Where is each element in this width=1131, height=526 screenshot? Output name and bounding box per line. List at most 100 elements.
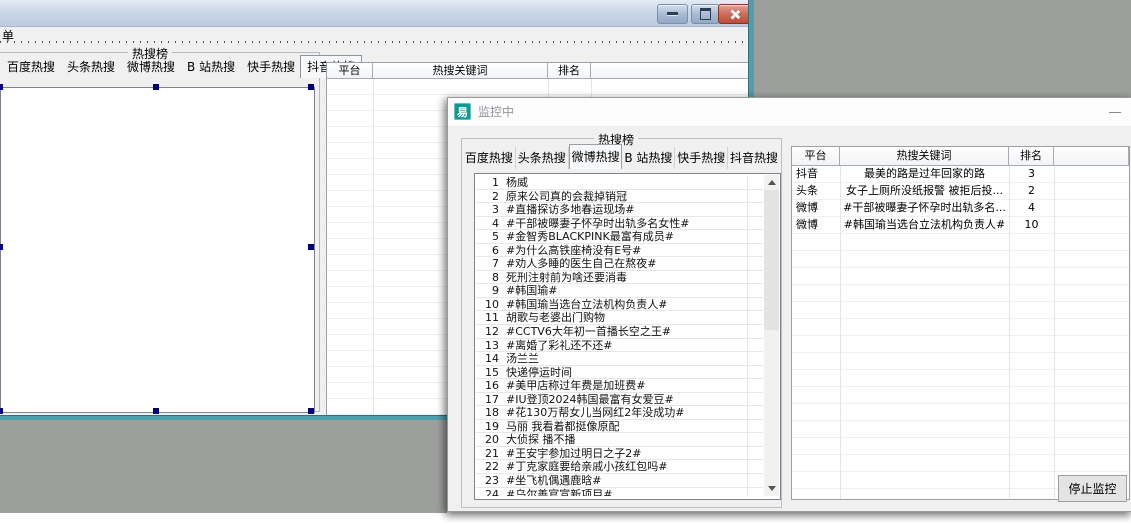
column-header[interactable]: 排名 xyxy=(1009,147,1054,166)
list-item[interactable]: 3#直播探访多地春运现场# xyxy=(476,203,763,217)
list-item-text: #直播探访多地春运现场# xyxy=(499,203,634,216)
monitor-titlebar[interactable] xyxy=(448,98,1131,127)
minimize-button[interactable] xyxy=(1098,98,1131,126)
list-item[interactable]: 23#坐飞机偶遇鹿晗# xyxy=(476,474,763,488)
column-header[interactable]: 热搜关键词 xyxy=(840,147,1009,166)
list-item-rank: 16 xyxy=(476,379,499,392)
cell: 3 xyxy=(1009,166,1054,182)
table-row[interactable]: 微博#干部被曝妻子怀孕时出轨多名...4 xyxy=(792,200,1129,217)
scroll-up-button[interactable] xyxy=(764,175,779,190)
list-item[interactable]: 16#美甲店称过年费是加班费# xyxy=(476,379,763,393)
table-row[interactable]: 头条女子上厕所没纸报警 被拒后投...2 xyxy=(792,183,1129,200)
list-item[interactable]: 8死刑注射前为啥还要消毒 xyxy=(476,271,763,285)
maximize-button[interactable] xyxy=(691,4,720,24)
hot-search-listbox[interactable] xyxy=(0,87,315,413)
grid-line xyxy=(747,176,748,496)
tab-2[interactable]: 头条热搜 xyxy=(62,57,120,77)
column-header[interactable]: 平台 xyxy=(327,63,373,79)
selection-handle[interactable] xyxy=(0,84,3,90)
selection-handle[interactable] xyxy=(153,84,159,90)
tab-5[interactable]: 快手热搜 xyxy=(242,57,300,77)
column-header[interactable]: 排名 xyxy=(548,63,591,79)
close-icon xyxy=(729,9,740,20)
tab-4[interactable]: B 站热搜 xyxy=(182,57,240,77)
empty-row xyxy=(792,404,1129,421)
list-item-rank: 11 xyxy=(476,311,499,324)
list-item[interactable]: 22#丁克家庭要给亲戚小孩红包吗# xyxy=(476,460,763,474)
cell: #韩国瑜当选台立法机构负责人# xyxy=(840,217,1009,233)
list-item-text: #丁克家庭要给亲戚小孩红包吗# xyxy=(499,460,667,473)
scrollbar[interactable] xyxy=(764,175,779,496)
tab-5[interactable]: 快手热搜 xyxy=(675,147,728,169)
grid-line xyxy=(373,79,374,416)
screen: 单 热搜榜 百度热搜头条热搜微博热搜B 站热搜快手热搜抖音热搜 平台热搜关键词排… xyxy=(0,0,1131,526)
tab-6[interactable]: 抖音热搜 xyxy=(728,147,780,169)
minimize-button[interactable] xyxy=(657,4,688,24)
list-item[interactable]: 4#干部被曝妻子怀孕时出轨多名女性# xyxy=(476,217,763,231)
column-header[interactable]: 平台 xyxy=(792,147,840,166)
empty-row xyxy=(792,234,1129,251)
list-item-text: #韩国瑜# xyxy=(499,284,557,297)
list-item[interactable]: 5#金智秀BLACKPINK最富有成员# xyxy=(476,230,763,244)
list-item-rank: 10 xyxy=(476,298,499,311)
list-item-rank: 8 xyxy=(476,271,499,284)
list-item-text: #CCTV6大年初一首播长空之王# xyxy=(499,325,671,338)
list-item[interactable]: 10#韩国瑜当选台立法机构负责人# xyxy=(476,298,763,312)
cell: 最美的路是过年回家的路 xyxy=(840,166,1009,182)
close-button[interactable] xyxy=(718,4,751,24)
empty-row xyxy=(792,336,1129,353)
selection-handle[interactable] xyxy=(0,408,3,414)
desktop-background xyxy=(753,0,1131,97)
minimize-icon xyxy=(1109,112,1121,113)
list-item-rank: 22 xyxy=(476,460,499,473)
selection-handle[interactable] xyxy=(308,244,314,250)
list-item-rank: 2 xyxy=(476,190,499,203)
list-item[interactable]: 13#离婚了彩礼还不还# xyxy=(476,339,763,353)
column-header[interactable]: 热搜关键词 xyxy=(373,63,548,79)
list-item-text: 大侦探 播不播 xyxy=(499,433,576,446)
tab-3[interactable]: 微博热搜 xyxy=(122,57,180,77)
list-item[interactable]: 1杨威 xyxy=(476,176,763,190)
list-item-rank: 18 xyxy=(476,406,499,419)
list-item-text: 马丽 我看着都挺像原配 xyxy=(499,420,620,433)
list-item[interactable]: 24#乌尔善官宣新项目# xyxy=(476,488,763,496)
list-item[interactable]: 18#花130万帮女儿当网红2年没成功# xyxy=(476,406,763,420)
list-item[interactable]: 19马丽 我看着都挺像原配 xyxy=(476,420,763,434)
cell: 4 xyxy=(1009,200,1054,216)
scrollbar-thumb[interactable] xyxy=(764,190,779,330)
column-header-blank[interactable] xyxy=(1054,147,1129,166)
list-item[interactable]: 11胡歌与老婆出门购物 xyxy=(476,311,763,325)
cell: 10 xyxy=(1009,217,1054,233)
list-item-text: #离婚了彩礼还不还# xyxy=(499,339,612,352)
selection-handle[interactable] xyxy=(308,408,314,414)
list-item-text: 死刑注射前为啥还要消毒 xyxy=(499,271,627,284)
list-item-rank: 20 xyxy=(476,433,499,446)
empty-row xyxy=(792,370,1129,387)
list-item[interactable]: 15快递停运时间 xyxy=(476,366,763,380)
list-item[interactable]: 17#IU登顶2024韩国最富有女爱豆# xyxy=(476,393,763,407)
list-item[interactable]: 2原来公司真的会裁掉销冠 xyxy=(476,190,763,204)
list-item[interactable]: 21#王安宇参加过明日之子2# xyxy=(476,447,763,461)
tab-1[interactable]: 百度热搜 xyxy=(2,57,60,77)
scroll-down-button[interactable] xyxy=(764,481,779,496)
table-row[interactable]: 抖音最美的路是过年回家的路3 xyxy=(792,166,1129,183)
designer-titlebar[interactable] xyxy=(0,0,753,27)
tab-1[interactable]: 百度热搜 xyxy=(463,147,516,169)
list-item[interactable]: 20大侦探 播不播 xyxy=(476,433,763,447)
stop-monitor-button[interactable]: 停止监控 xyxy=(1058,475,1127,502)
list-item[interactable]: 7#劝人多睡的医生自己在熬夜# xyxy=(476,257,763,271)
selection-handle[interactable] xyxy=(153,408,159,414)
selection-handle[interactable] xyxy=(0,244,3,250)
list-item-text: #王安宇参加过明日之子2# xyxy=(499,447,641,460)
tab-4[interactable]: B 站热搜 xyxy=(622,147,675,169)
list-item[interactable]: 9#韩国瑜# xyxy=(476,284,763,298)
selection-handle[interactable] xyxy=(308,84,314,90)
list-item[interactable]: 6#为什么高铁座椅没有E号# xyxy=(476,244,763,258)
column-header-blank[interactable] xyxy=(591,63,749,79)
table-row[interactable]: 微博#韩国瑜当选台立法机构负责人#10 xyxy=(792,217,1129,234)
list-item[interactable]: 12#CCTV6大年初一首播长空之王# xyxy=(476,325,763,339)
list-item[interactable]: 14汤兰兰 xyxy=(476,352,763,366)
empty-row xyxy=(792,353,1129,370)
tab-3-selected[interactable]: 微博热搜 xyxy=(569,144,623,169)
tab-2[interactable]: 头条热搜 xyxy=(516,147,569,169)
